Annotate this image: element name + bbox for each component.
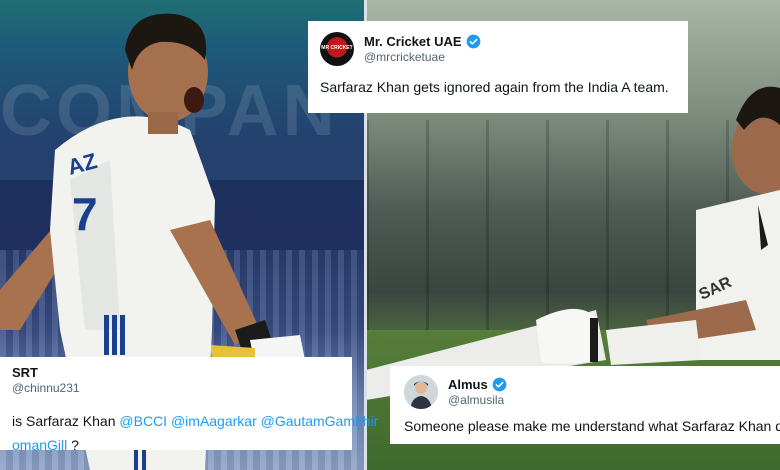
tweet-card-almus[interactable]: Almus @almusila Someone please make me u… xyxy=(390,366,780,444)
tweet-line-1: is Sarfaraz Khan @BCCI @imAagarkar @Gaut… xyxy=(12,409,378,433)
avatar-portrait xyxy=(404,375,438,409)
mention-shubmangill[interactable]: omanGill xyxy=(12,437,67,453)
author-name[interactable]: Almus xyxy=(448,377,488,392)
author-name[interactable]: Mr. Cricket UAE xyxy=(364,34,462,49)
tweet-line-2: omanGill ? xyxy=(12,433,340,457)
mention-gautamgambhir[interactable]: @GautamGambhir xyxy=(261,413,379,429)
author-name[interactable]: SRT xyxy=(12,365,38,380)
author-name-row: Mr. Cricket UAE xyxy=(364,34,481,49)
tweet-header: MR CRICKET Mr. Cricket UAE @mrcricketuae xyxy=(320,32,676,66)
tweet-author: Mr. Cricket UAE @mrcricketuae xyxy=(364,34,481,64)
tweet-author: Almus @almusila xyxy=(448,377,507,407)
tweet-header: Almus @almusila xyxy=(404,375,776,409)
tweet-card-mrcricketuae[interactable]: MR CRICKET Mr. Cricket UAE @mrcricketuae… xyxy=(308,21,688,113)
author-handle[interactable]: @mrcricketuae xyxy=(364,50,481,64)
tweet-collage: COMPAN AZ 7 xyxy=(0,0,780,470)
tweet-line-2-suffix: ? xyxy=(67,437,79,453)
mr-cricket-uae-logo-icon[interactable]: MR CRICKET xyxy=(320,32,354,66)
tweet-header: SRT @chinnu231 xyxy=(4,365,340,395)
tweet-body-text: Sarfaraz Khan gets ignored again from th… xyxy=(320,79,669,95)
tweet-author: SRT @chinnu231 xyxy=(4,365,80,395)
tweet-body-text: Someone please make me understand what S… xyxy=(404,418,780,434)
author-name-row: SRT xyxy=(12,365,80,380)
person-avatar-icon[interactable] xyxy=(404,375,438,409)
author-name-row: Almus xyxy=(448,377,507,392)
verified-badge-icon xyxy=(492,377,507,392)
mention-imaagarkar[interactable]: @imAagarkar xyxy=(171,413,257,429)
tweet-line-1-prefix: is Sarfaraz Khan xyxy=(12,413,120,429)
svg-text:7: 7 xyxy=(72,188,98,240)
verified-badge-icon xyxy=(466,34,480,49)
tweet-body-text: is Sarfaraz Khan @BCCI @imAagarkar @Gaut… xyxy=(4,409,378,457)
tweet-card-srt[interactable]: SRT @chinnu231 is Sarfaraz Khan @BCCI @i… xyxy=(0,357,378,453)
author-handle[interactable]: @chinnu231 xyxy=(12,381,80,395)
author-handle[interactable]: @almusila xyxy=(448,393,507,407)
mention-bcci[interactable]: @BCCI xyxy=(119,413,167,429)
